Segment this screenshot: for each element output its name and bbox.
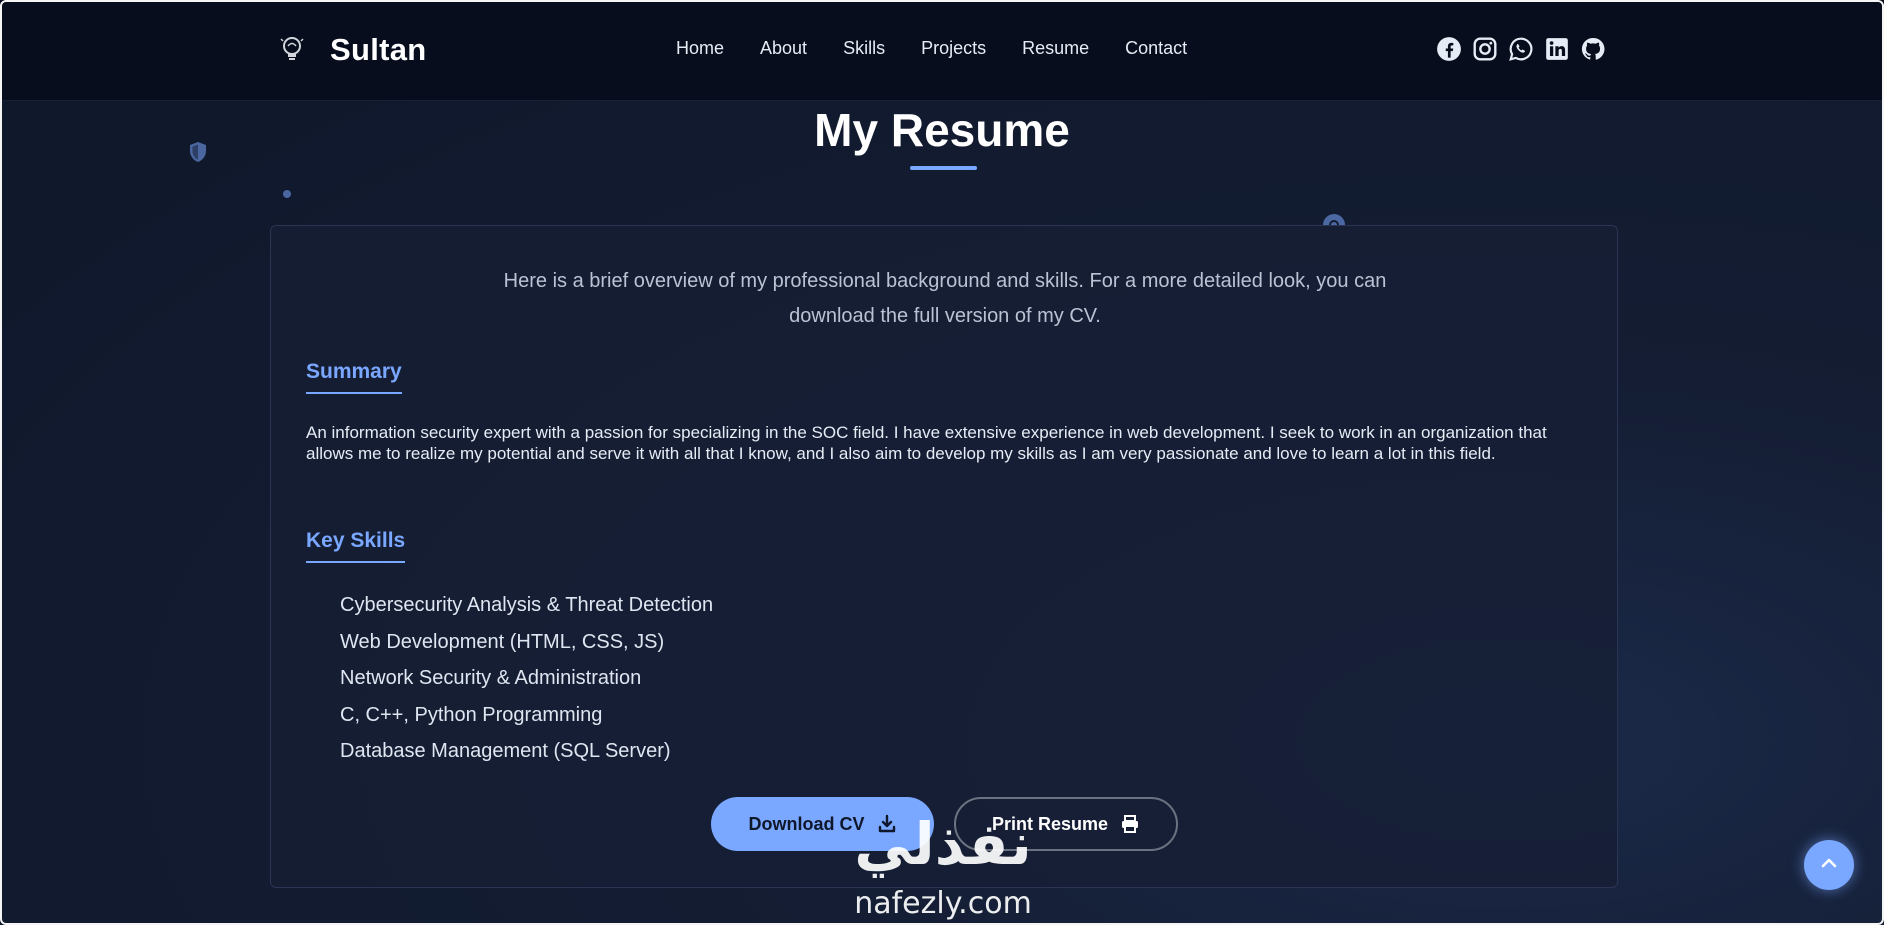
skill-item: Network Security & Administration: [340, 667, 642, 689]
social-links: [1436, 36, 1616, 62]
brand[interactable]: Sultan: [278, 32, 427, 68]
skill-item: Database Management (SQL Server): [340, 740, 671, 762]
chevron-up-icon: [1819, 853, 1839, 878]
brand-name: Sultan: [330, 32, 427, 67]
nav-link-about[interactable]: About: [760, 38, 807, 59]
navbar: Sultan Home About Skills Projects Resume…: [0, 0, 1884, 101]
skill-item: C, C++, Python Programming: [340, 703, 603, 726]
scroll-top-button[interactable]: [1804, 840, 1854, 890]
page-title: My Resume: [814, 104, 1070, 156]
summary-heading: Summary: [306, 360, 402, 394]
dot-icon: [282, 186, 292, 204]
linkedin-icon[interactable]: [1544, 36, 1570, 62]
resume-intro-line-2: download the full version of my CV.: [789, 305, 1101, 327]
key-skills-heading: Key Skills: [306, 529, 406, 563]
watermark: نفذلي nafezly.com: [828, 810, 1058, 925]
title-underline: [910, 166, 977, 170]
summary-text: An information security expert with a pa…: [306, 423, 1547, 463]
nav-link-home[interactable]: Home: [676, 38, 724, 59]
github-icon[interactable]: [1580, 36, 1606, 62]
watermark-latin: nafezly.com: [854, 886, 1032, 921]
printer-icon: [1120, 814, 1140, 834]
instagram-icon[interactable]: [1472, 36, 1498, 62]
resume-intro: Here is a brief overview of my professio…: [271, 264, 1619, 334]
nav-links: Home About Skills Projects Resume Contac…: [676, 38, 1223, 59]
nav-link-projects[interactable]: Projects: [921, 38, 986, 59]
skills-list: Cybersecurity Analysis & Threat Detectio…: [340, 590, 713, 773]
skill-item: Web Development (HTML, CSS, JS): [340, 630, 665, 653]
nav-link-contact[interactable]: Contact: [1125, 38, 1187, 59]
watermark-arabic: نفذلي: [854, 810, 1032, 878]
skill-item: Cybersecurity Analysis & Threat Detectio…: [340, 594, 714, 616]
nav-link-skills[interactable]: Skills: [843, 38, 885, 59]
whatsapp-icon[interactable]: [1508, 36, 1534, 62]
lightbulb-icon: [278, 35, 306, 65]
facebook-icon[interactable]: [1436, 36, 1462, 62]
nav-link-resume[interactable]: Resume: [1022, 38, 1089, 59]
resume-card: Here is a brief overview of my professio…: [270, 225, 1618, 888]
resume-intro-line-1: Here is a brief overview of my professio…: [503, 270, 1387, 292]
